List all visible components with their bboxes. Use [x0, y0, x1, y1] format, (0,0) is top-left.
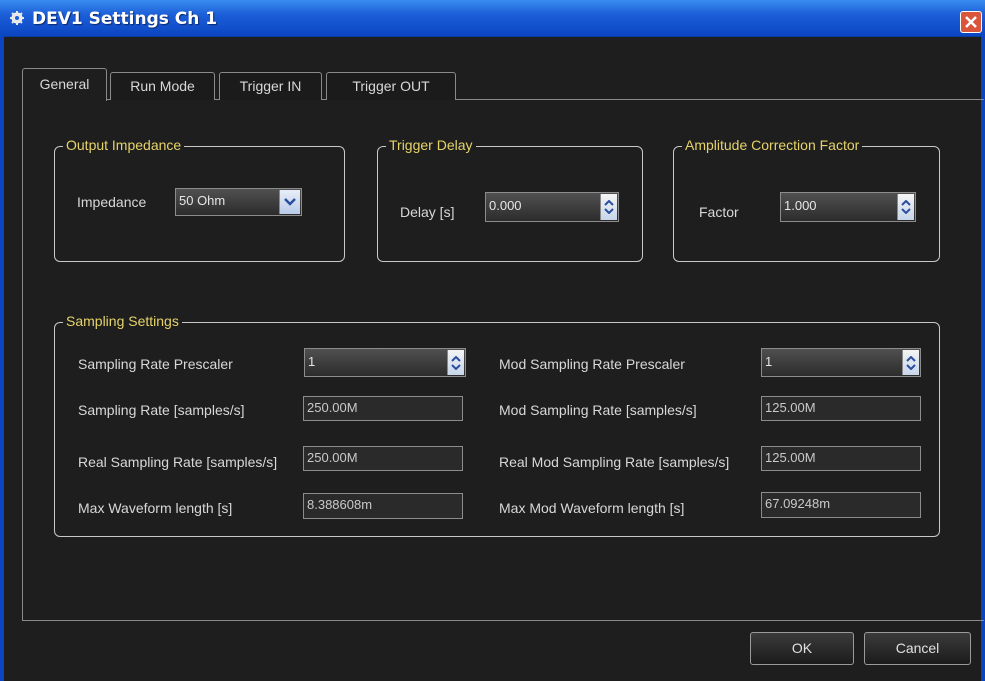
max-mod-waveform-length-label: Max Mod Waveform length [s]	[499, 500, 685, 516]
spin-arrows-icon	[451, 355, 461, 370]
factor-spinbox[interactable]: 1.000	[780, 192, 916, 222]
real-mod-sampling-rate-label: Real Mod Sampling Rate [samples/s]	[499, 454, 730, 470]
output-impedance-title: Output Impedance	[63, 137, 185, 153]
output-impedance-group: Output Impedance Impedance 50 Ohm	[54, 137, 345, 262]
spin-arrows-icon	[901, 200, 911, 214]
mod-sampling-rate-prescaler-label: Mod Sampling Rate Prescaler	[499, 356, 685, 372]
real-mod-sampling-rate-field: 125.00M	[761, 446, 921, 471]
sampling-rate-prescaler-spinbox[interactable]: 1	[304, 348, 466, 377]
sampling-rate-prescaler-spin-button[interactable]	[447, 350, 464, 375]
close-button[interactable]	[960, 11, 982, 33]
settings-dialog: DEV1 Settings Ch 1 General Run Mode Trig…	[0, 0, 985, 681]
amplitude-correction-title: Amplitude Correction Factor	[682, 137, 863, 153]
amplitude-correction-group: Amplitude Correction Factor Factor 1.000	[673, 137, 940, 262]
impedance-label: Impedance	[77, 194, 147, 210]
sampling-rate-prescaler-value: 1	[308, 354, 316, 369]
tab-trigger-in[interactable]: Trigger IN	[219, 72, 322, 100]
mod-sampling-rate-prescaler-spinbox[interactable]: 1	[761, 348, 921, 377]
spin-arrows-icon	[604, 200, 614, 214]
impedance-dropdown-button[interactable]	[279, 190, 300, 214]
tab-run-mode[interactable]: Run Mode	[110, 72, 215, 100]
mod-sampling-rate-label: Mod Sampling Rate [samples/s]	[499, 402, 697, 418]
title-bar[interactable]: DEV1 Settings Ch 1	[0, 0, 985, 37]
tab-general[interactable]: General	[22, 68, 107, 101]
delay-value: 0.000	[489, 198, 522, 213]
mod-sampling-rate-prescaler-spin-button[interactable]	[902, 350, 919, 375]
sampling-rate-prescaler-label: Sampling Rate Prescaler	[78, 356, 233, 372]
real-sampling-rate-label: Real Sampling Rate [samples/s]	[78, 454, 278, 470]
ok-button[interactable]: OK	[750, 632, 854, 665]
delay-spin-button[interactable]	[600, 194, 617, 220]
delay-label: Delay [s]	[400, 204, 455, 220]
factor-label: Factor	[699, 204, 739, 220]
mod-sampling-rate-prescaler-value: 1	[765, 354, 773, 369]
sampling-rate-label: Sampling Rate [samples/s]	[78, 402, 245, 418]
real-sampling-rate-field: 250.00M	[303, 446, 463, 471]
close-icon	[965, 16, 977, 28]
factor-spin-button[interactable]	[897, 194, 914, 220]
max-mod-waveform-length-field: 67.09248m	[761, 492, 921, 518]
tab-trigger-out[interactable]: Trigger OUT	[326, 72, 456, 100]
trigger-delay-title: Trigger Delay	[386, 137, 476, 153]
sampling-settings-group: Sampling Settings Sampling Rate Prescale…	[54, 313, 940, 537]
max-waveform-length-field: 8.388608m	[303, 493, 463, 519]
impedance-value: 50 Ohm	[179, 193, 226, 208]
mod-sampling-rate-field: 125.00M	[761, 396, 921, 421]
max-waveform-length-label: Max Waveform length [s]	[78, 500, 233, 516]
factor-value: 1.000	[784, 198, 817, 213]
sampling-rate-field: 250.00M	[303, 396, 463, 421]
window-frame-left	[0, 36, 4, 681]
trigger-delay-group: Trigger Delay Delay [s] 0.000	[377, 137, 643, 262]
chevron-down-icon	[284, 198, 296, 206]
gear-icon	[10, 11, 24, 25]
window-title: DEV1 Settings Ch 1	[32, 9, 218, 29]
spin-arrows-icon	[906, 355, 916, 370]
delay-spinbox[interactable]: 0.000	[485, 192, 619, 222]
cancel-button[interactable]: Cancel	[864, 632, 971, 665]
sampling-settings-title: Sampling Settings	[63, 313, 182, 329]
impedance-select[interactable]: 50 Ohm	[175, 188, 302, 216]
